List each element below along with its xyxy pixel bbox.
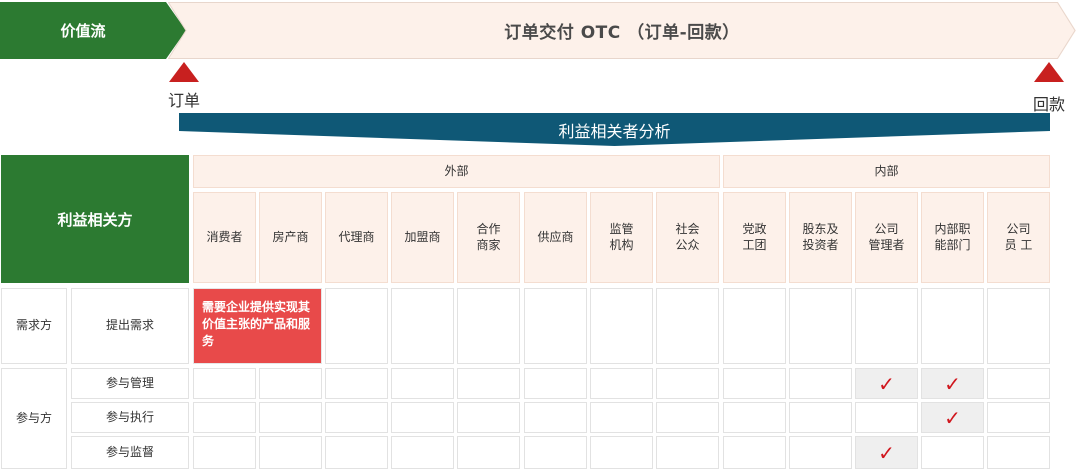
matrix-cell [987, 436, 1050, 469]
matrix-cell [457, 368, 520, 399]
matrix-cell [723, 288, 786, 364]
external-group-header: 外部 [193, 155, 720, 188]
matrix-cell-checked: ✓ [921, 402, 984, 433]
stakeholder-col-header: 股东及 投资者 [789, 192, 852, 283]
start-marker-triangle-icon [169, 62, 199, 82]
matrix-cell [855, 402, 918, 433]
matrix-cell [656, 402, 719, 433]
matrix-cell [789, 288, 852, 364]
stakeholder-col-header: 内部职 能部门 [921, 192, 984, 283]
matrix-cell [457, 402, 520, 433]
matrix-cell [391, 288, 454, 364]
matrix-cell [391, 368, 454, 399]
matrix-cell [723, 402, 786, 433]
stakeholder-col-header: 供应商 [524, 192, 587, 283]
internal-group-header: 内部 [723, 155, 1050, 188]
demand-note-box: 需要企业提供实现其价值主张的产品和服务 [193, 288, 322, 364]
matrix-cell [590, 402, 653, 433]
stakeholder-col-header: 公司 管理者 [855, 192, 918, 283]
demand-side-label: 需求方 [1, 288, 67, 364]
stakeholder-col-header: 房产商 [259, 192, 322, 283]
matrix-cell [590, 368, 653, 399]
stakeholder-col-header: 社会 公众 [656, 192, 719, 283]
check-icon: ✓ [944, 371, 961, 396]
matrix-cell [325, 436, 388, 469]
stakeholder-col-header: 党政 工团 [723, 192, 786, 283]
matrix-cell [193, 368, 256, 399]
matrix-cell [656, 368, 719, 399]
stakeholder-col-header: 加盟商 [391, 192, 454, 283]
stakeholder-col-header: 公司 员 工 [987, 192, 1050, 283]
matrix-cell [193, 402, 256, 433]
stakeholder-col-header: 消费者 [193, 192, 256, 283]
matrix-cell [259, 368, 322, 399]
matrix-cell [987, 288, 1050, 364]
matrix-cell [259, 436, 322, 469]
participant-side-label: 参与方 [1, 368, 67, 469]
matrix-cell [259, 402, 322, 433]
matrix-cell [391, 402, 454, 433]
matrix-cell [325, 288, 388, 364]
matrix-cell [193, 436, 256, 469]
matrix-cell [656, 436, 719, 469]
matrix-cell [656, 288, 719, 364]
stakeholder-col-header: 合作 商家 [457, 192, 520, 283]
matrix-cell-checked: ✓ [855, 368, 918, 399]
matrix-cell [723, 436, 786, 469]
matrix-cell [391, 436, 454, 469]
stakeholder-col-header: 监管 机构 [590, 192, 653, 283]
activity-label-execute: 参与执行 [71, 402, 189, 433]
matrix-cell-checked: ✓ [921, 368, 984, 399]
matrix-cell [723, 368, 786, 399]
stakeholder-col-header: 代理商 [325, 192, 388, 283]
demand-activity-label: 提出需求 [71, 288, 189, 364]
check-icon: ✓ [878, 440, 895, 465]
matrix-cell [921, 288, 984, 364]
matrix-cell [325, 402, 388, 433]
matrix-cell [524, 436, 587, 469]
matrix-cell [987, 368, 1050, 399]
check-icon: ✓ [878, 371, 895, 396]
matrix-cell [457, 436, 520, 469]
activity-label-supervise: 参与监督 [71, 436, 189, 469]
matrix-cell [524, 288, 587, 364]
start-marker-label: 订单 [168, 91, 201, 110]
matrix-cell [524, 402, 587, 433]
end-marker-label: 回款 [1033, 95, 1066, 114]
matrix-cell [524, 368, 587, 399]
matrix-cell [789, 368, 852, 399]
matrix-cell [325, 368, 388, 399]
matrix-cell-checked: ✓ [855, 436, 918, 469]
matrix-cell [789, 402, 852, 433]
stakeholder-analysis-banner: 利益相关者分析 [179, 113, 1050, 146]
activity-label-manage: 参与管理 [71, 368, 189, 399]
stakeholders-corner-header: 利益相关方 [1, 155, 189, 283]
matrix-cell [590, 288, 653, 364]
value-stream-process: 订单交付 OTC （订单-回款） [168, 2, 1076, 59]
matrix-cell [457, 288, 520, 364]
matrix-cell [921, 436, 984, 469]
check-icon: ✓ [944, 405, 961, 430]
end-marker-triangle-icon [1034, 62, 1064, 82]
matrix-cell [855, 288, 918, 364]
matrix-cell [590, 436, 653, 469]
matrix-cell [987, 402, 1050, 433]
value-stream-label: 价值流 [0, 2, 186, 59]
matrix-cell [789, 436, 852, 469]
